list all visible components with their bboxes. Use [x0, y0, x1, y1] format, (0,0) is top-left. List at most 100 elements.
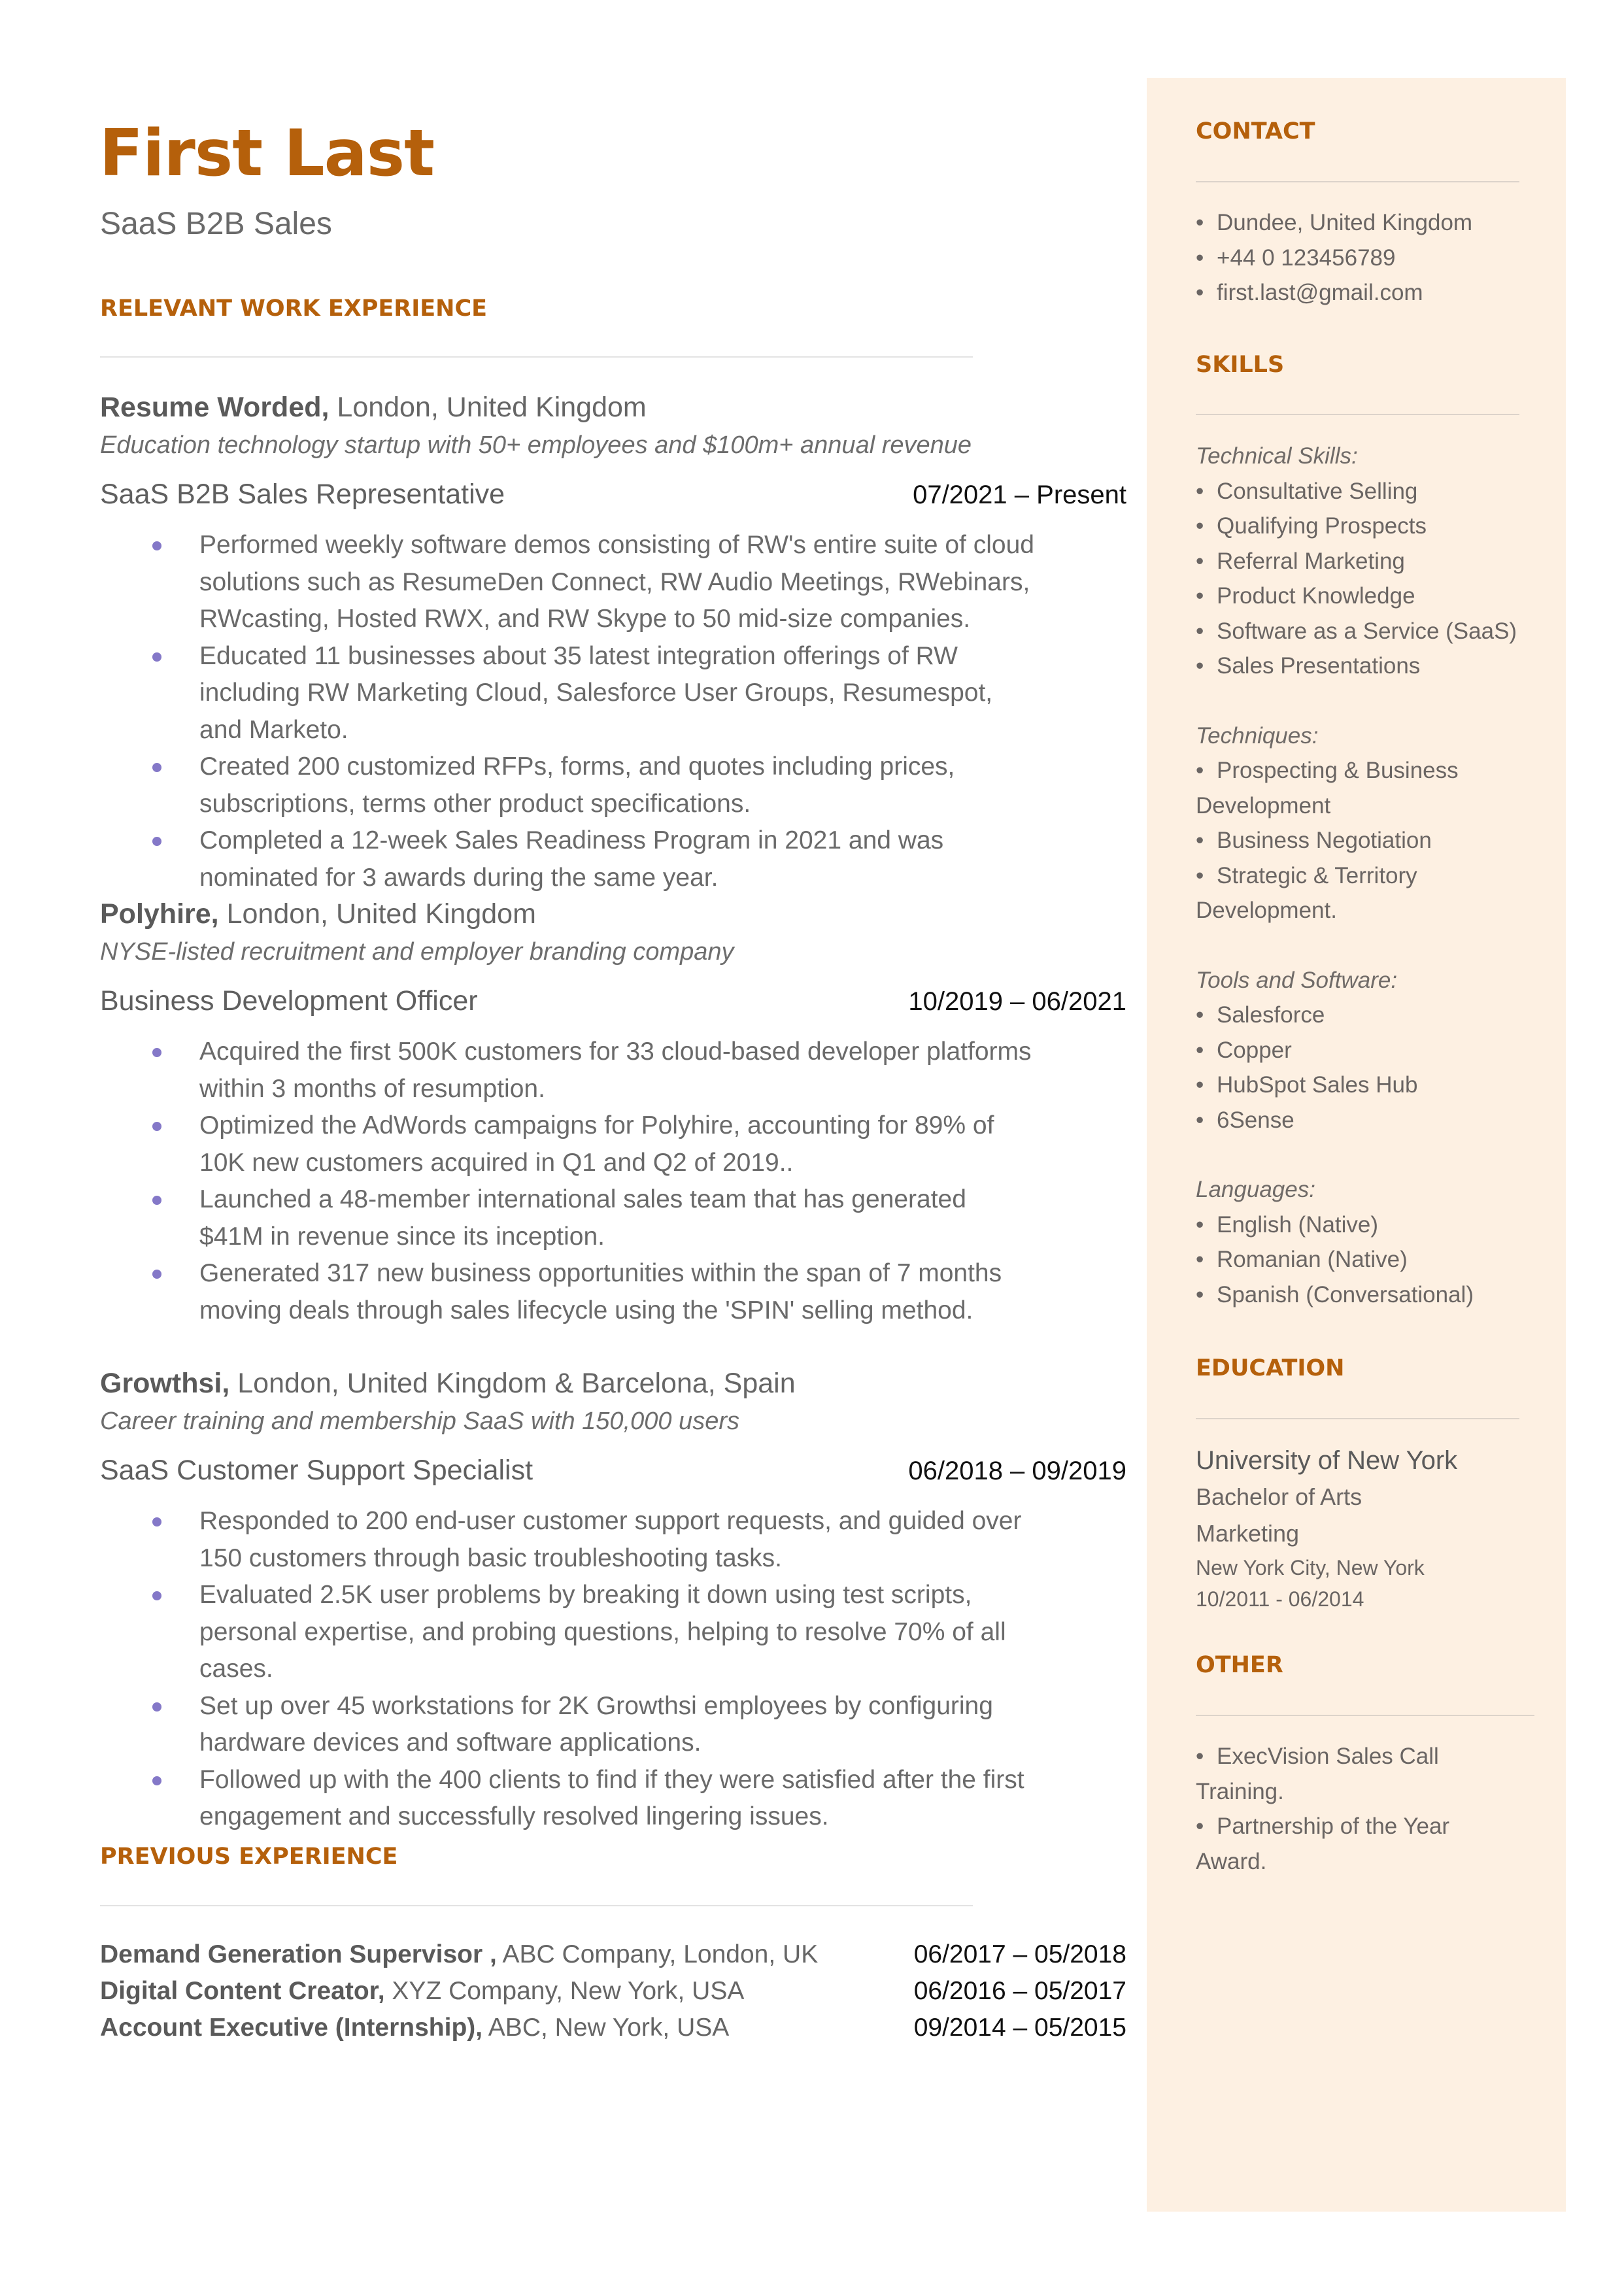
- company-location: London, United Kingdom: [329, 392, 647, 423]
- role-row: Business Development Officer 10/2019 – 0…: [100, 983, 1126, 1019]
- bullet-icon: •: [1196, 653, 1204, 679]
- job-dates: 06/2018 – 09/2019: [908, 1457, 1126, 1485]
- company-description: Education technology startup with 50+ em…: [100, 431, 972, 459]
- bullet-icon: •: [1196, 548, 1204, 574]
- role-row: SaaS Customer Support Specialist 06/2018…: [100, 1453, 1126, 1489]
- section-divider: [100, 356, 973, 358]
- language-item: • English (Native): [1196, 1207, 1536, 1243]
- role-row: SaaS B2B Sales Representative 07/2021 – …: [100, 477, 1126, 513]
- achievement-text: Educated 11 businesses about 35 latest i…: [199, 641, 993, 744]
- other-list: • ExecVision Sales Call Training. • Partne…: [1196, 1739, 1470, 1879]
- achievement-list: Performed weekly software demos consisti…: [100, 527, 1035, 896]
- phone-link[interactable]: +44 0 123456789: [1217, 245, 1395, 271]
- bullet-icon: •: [1196, 280, 1204, 305]
- skill-item: • Prospecting & Business Development: [1196, 753, 1503, 823]
- bullet-icon: [152, 541, 161, 550]
- achievement-text: Followed up with the 400 clients to find…: [199, 1765, 1024, 1831]
- experience-entry: Resume Worded, London, United Kingdom Ed…: [100, 390, 1126, 896]
- section-heading-education: EDUCATION: [1196, 1355, 1345, 1381]
- bullet-icon: [152, 1122, 161, 1131]
- skill-item: • Business Negotiation: [1196, 823, 1503, 858]
- skills-tools-label: Tools and Software:: [1196, 967, 1398, 993]
- skill-text: Software as a Service (SaaS): [1217, 618, 1517, 644]
- bullet-icon: [152, 1591, 161, 1600]
- skill-text: Sales Presentations: [1217, 653, 1421, 679]
- company-name: Growthsi,: [100, 1368, 230, 1399]
- skill-text: Consultative Selling: [1217, 478, 1418, 504]
- achievement-item: Performed weekly software demos consisti…: [100, 527, 1035, 638]
- achievement-item: Educated 11 businesses about 35 latest i…: [100, 638, 1035, 749]
- bullet-icon: [152, 652, 161, 662]
- section-divider: [1196, 414, 1519, 415]
- job-dates: 07/2021 – Present: [913, 481, 1126, 509]
- skill-item: • Sales Presentations: [1196, 649, 1536, 684]
- contact-location: • Dundee, United Kingdom: [1196, 205, 1536, 241]
- education-school: University of New York: [1196, 1446, 1458, 1475]
- previous-title: Account Executive (Internship),: [100, 2014, 483, 2042]
- bullet-icon: •: [1196, 478, 1204, 504]
- bullet-icon: [152, 1776, 161, 1785]
- skills-tools-list: • Salesforce • Copper • HubSpot Sales Hub •…: [1196, 998, 1536, 1138]
- achievement-text: Completed a 12-week Sales Readiness Prog…: [199, 826, 944, 892]
- bullet-icon: [152, 1270, 161, 1279]
- bullet-icon: •: [1196, 1002, 1204, 1028]
- bullet-icon: [152, 1048, 161, 1057]
- language-item: • Spanish (Conversational): [1196, 1277, 1536, 1313]
- skill-item: • 6Sense: [1196, 1103, 1536, 1138]
- previous-org: ABC, New York, USA: [482, 2014, 730, 2042]
- skills-languages-list: • English (Native) • Romanian (Native) • Sp…: [1196, 1207, 1536, 1313]
- bullet-icon: •: [1196, 758, 1204, 783]
- contact-phone: • +44 0 123456789: [1196, 241, 1536, 276]
- achievement-text: Created 200 customized RFPs, forms, and …: [199, 752, 955, 818]
- bullet-icon: •: [1196, 862, 1204, 888]
- bullet-icon: •: [1196, 1744, 1204, 1769]
- candidate-headline: SaaS B2B Sales: [100, 207, 332, 241]
- achievement-item: Set up over 45 workstations for 2K Growt…: [100, 1688, 1035, 1762]
- skill-item: • Salesforce: [1196, 998, 1536, 1033]
- bullet-icon: •: [1196, 513, 1204, 539]
- job-title: SaaS B2B Sales Representative: [100, 479, 505, 510]
- company-line: Resume Worded, London, United Kingdom: [100, 390, 1126, 425]
- achievement-text: Launched a 48-member international sales…: [199, 1185, 966, 1251]
- previous-experience-row: Digital Content Creator, XYZ Company, Ne…: [100, 1973, 1126, 2010]
- previous-title: Demand Generation Supervisor ,: [100, 1940, 497, 1968]
- section-heading-skills: SKILLS: [1196, 352, 1285, 378]
- language-text: English (Native): [1217, 1211, 1379, 1238]
- company-name: Polyhire,: [100, 898, 219, 930]
- section-heading-contact: CONTACT: [1196, 118, 1315, 144]
- email-link[interactable]: first.last@gmail.com: [1217, 280, 1423, 305]
- company-location: London, United Kingdom: [218, 898, 536, 930]
- skill-item: • Copper: [1196, 1033, 1536, 1068]
- company-name: Resume Worded,: [100, 392, 330, 423]
- education-major: Marketing: [1196, 1520, 1300, 1547]
- skill-text: Salesforce: [1217, 1002, 1325, 1028]
- bullet-icon: •: [1196, 210, 1204, 235]
- skill-item: • Consultative Selling: [1196, 474, 1536, 509]
- experience-entry: Growthsi, London, United Kingdom & Barce…: [100, 1366, 1126, 1836]
- education-degree: Bachelor of Arts: [1196, 1483, 1362, 1510]
- contact-email: • first.last@gmail.com: [1196, 275, 1536, 311]
- skill-text: Strategic & Territory Development.: [1196, 862, 1417, 924]
- section-heading-relevant-work: RELEVANT WORK EXPERIENCE: [100, 295, 488, 322]
- language-text: Spanish (Conversational): [1217, 1281, 1474, 1307]
- achievement-text: Generated 317 new business opportunities…: [199, 1259, 1002, 1324]
- bullet-icon: [152, 1517, 161, 1527]
- achievement-text: Set up over 45 workstations for 2K Growt…: [199, 1691, 993, 1757]
- achievement-text: Optimized the AdWords campaigns for Poly…: [199, 1111, 994, 1177]
- previous-org: XYZ Company, New York, USA: [384, 1977, 745, 2005]
- education-location: New York City, New York: [1196, 1556, 1425, 1579]
- education-entry: University of New York Bachelor of Arts …: [1196, 1442, 1536, 1615]
- skill-item: • Product Knowledge: [1196, 579, 1536, 614]
- achievement-item: Completed a 12-week Sales Readiness Prog…: [100, 822, 1035, 896]
- skill-item: • Referral Marketing: [1196, 544, 1536, 579]
- other-item: • ExecVision Sales Call Training.: [1196, 1739, 1470, 1809]
- skill-item: • HubSpot Sales Hub: [1196, 1068, 1536, 1103]
- job-title: Business Development Officer: [100, 985, 478, 1017]
- language-text: Romanian (Native): [1217, 1247, 1408, 1272]
- skills-languages-label: Languages:: [1196, 1177, 1315, 1202]
- section-divider: [1196, 181, 1519, 182]
- skill-item: • Strategic & Territory Development.: [1196, 858, 1503, 928]
- previous-experience-list: Demand Generation Supervisor , ABC Compa…: [100, 1936, 1126, 2046]
- company-description: NYSE-listed recruitment and employer bra…: [100, 938, 734, 966]
- candidate-name: First Last: [99, 116, 435, 191]
